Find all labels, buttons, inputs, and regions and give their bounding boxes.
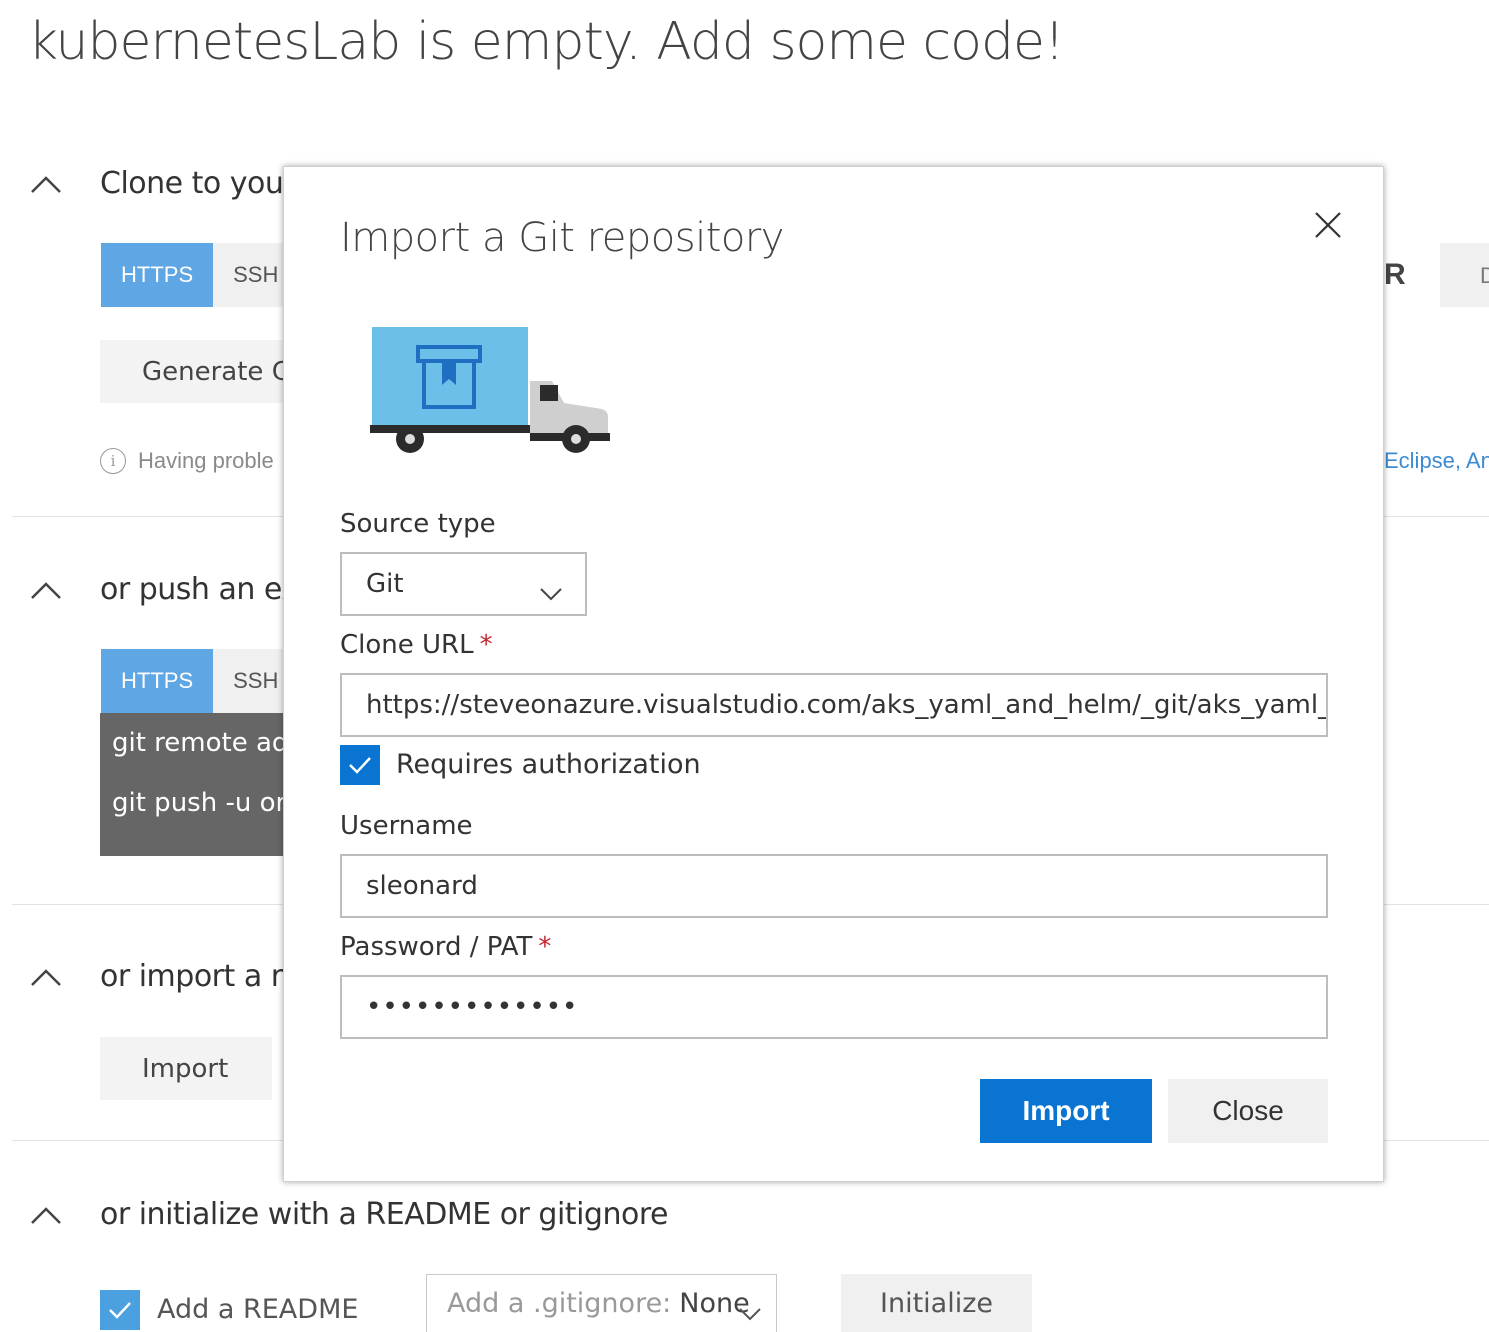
close-button[interactable]: Close xyxy=(1168,1079,1328,1143)
clone-url-input[interactable]: https://steveonazure.visualstudio.com/ak… xyxy=(340,673,1328,737)
chevron-down-icon xyxy=(539,578,563,608)
required-marker: * xyxy=(479,630,493,660)
chevron-up-icon[interactable] xyxy=(30,580,62,600)
command-box[interactable]: git remote add git push -u or xyxy=(100,713,300,856)
ide-label-fragment: R xyxy=(1384,258,1406,291)
add-readme-label[interactable]: Add a README xyxy=(157,1294,358,1325)
command-line: git push -u or xyxy=(112,788,287,818)
clone-url-label: Clone URL * xyxy=(340,630,493,660)
initialize-button[interactable]: Initialize xyxy=(841,1274,1032,1332)
import-button[interactable]: Import xyxy=(100,1037,272,1100)
chevron-up-icon[interactable] xyxy=(30,1205,62,1225)
add-readme-checkbox[interactable] xyxy=(100,1290,140,1330)
required-marker: * xyxy=(538,932,552,962)
ide-tab-fragment[interactable]: D xyxy=(1440,243,1489,307)
ide-link-fragment[interactable]: Eclipse, An xyxy=(1384,448,1489,474)
import-repository-dialog: Import a Git repository Source type Git xyxy=(283,166,1384,1182)
gitignore-select[interactable]: Add a .gitignore: None xyxy=(426,1274,777,1332)
username-label: Username xyxy=(340,811,473,841)
push-protocol-tabs: HTTPS SSH xyxy=(101,649,299,713)
clone-section-title: Clone to you xyxy=(100,166,284,201)
tab-https[interactable]: HTTPS xyxy=(101,243,214,307)
password-label: Password / PAT * xyxy=(340,932,552,962)
checkmark-icon xyxy=(109,1302,131,1319)
password-input[interactable]: ••••••••••••• xyxy=(340,975,1328,1039)
source-type-select[interactable]: Git xyxy=(340,552,587,616)
initialize-section-title: or initialize with a README or gitignore xyxy=(100,1197,668,1232)
dialog-title: Import a Git repository xyxy=(340,215,784,261)
generate-credentials-button[interactable]: Generate G xyxy=(100,340,300,403)
import-section-title: or import a r xyxy=(100,959,283,994)
help-text[interactable]: Having proble xyxy=(138,448,274,474)
checkmark-icon xyxy=(349,757,371,774)
help-row: i Having proble xyxy=(100,448,274,474)
info-icon: i xyxy=(100,448,126,474)
username-input[interactable]: sleonard xyxy=(340,854,1328,918)
truck-illustration xyxy=(370,325,610,460)
close-icon[interactable] xyxy=(1312,209,1344,241)
page-title: kubernetesLab is empty. Add some code! xyxy=(28,12,1065,72)
gitignore-prefix: Add a .gitignore: xyxy=(447,1288,672,1319)
source-type-label: Source type xyxy=(340,509,496,539)
command-line: git remote add xyxy=(112,728,300,758)
chevron-up-icon[interactable] xyxy=(30,967,62,987)
chevron-down-icon xyxy=(738,1297,762,1328)
source-type-value: Git xyxy=(366,569,404,599)
requires-authorization-checkbox[interactable] xyxy=(340,745,380,785)
push-section-title: or push an ex xyxy=(100,572,299,607)
requires-authorization-label[interactable]: Requires authorization xyxy=(396,749,701,780)
chevron-up-icon[interactable] xyxy=(30,174,62,194)
clone-protocol-tabs: HTTPS SSH xyxy=(101,243,299,307)
import-submit-button[interactable]: Import xyxy=(980,1079,1152,1143)
tab-https[interactable]: HTTPS xyxy=(101,649,214,713)
